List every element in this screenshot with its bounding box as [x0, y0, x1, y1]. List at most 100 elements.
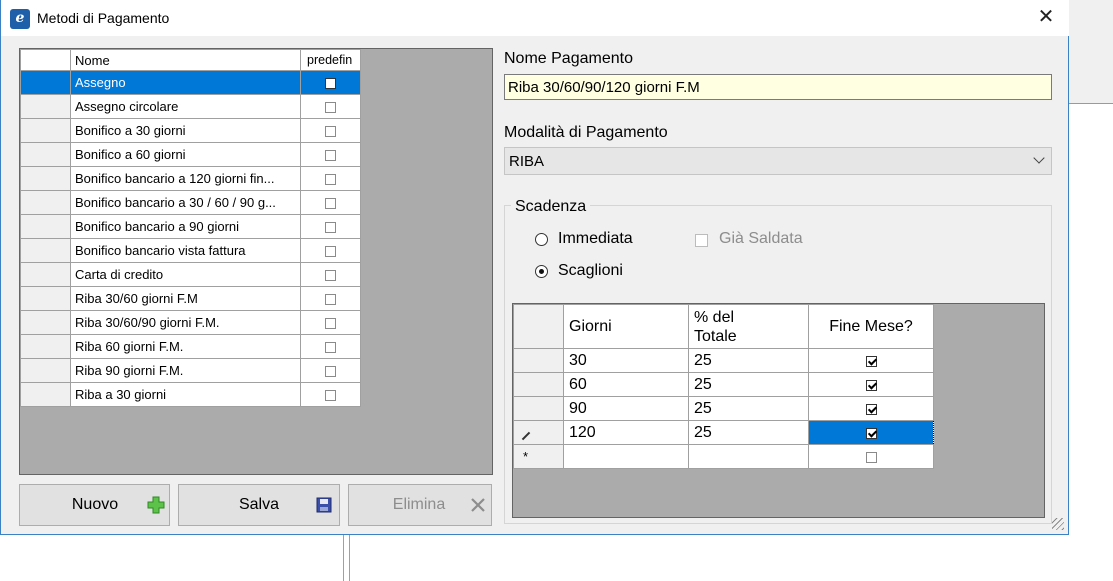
- table-row[interactable]: Bonifico bancario a 30 / 60 / 90 g...: [20, 190, 361, 215]
- row-selector[interactable]: *: [513, 444, 564, 469]
- default-checkbox-cell[interactable]: [300, 238, 361, 263]
- row-selector[interactable]: [20, 382, 71, 407]
- row-selector[interactable]: [513, 396, 564, 421]
- checkbox-icon[interactable]: [325, 366, 336, 378]
- payment-method-name[interactable]: Riba 60 giorni F.M.: [70, 334, 301, 359]
- row-selector[interactable]: [20, 286, 71, 311]
- checkbox-icon[interactable]: [325, 102, 336, 114]
- payment-method-name[interactable]: Bonifico bancario a 30 / 60 / 90 g...: [70, 190, 301, 215]
- default-checkbox-cell[interactable]: [300, 214, 361, 239]
- table-row[interactable]: Riba 30/60/90 giorni F.M.: [20, 310, 361, 335]
- payment-methods-grid[interactable]: Nome predefin Assegno Assegno circolare Bo…: [19, 48, 493, 475]
- checkbox-icon[interactable]: [865, 404, 877, 416]
- column-header-percent[interactable]: % del Totale: [688, 304, 809, 349]
- new-button[interactable]: Nuovo: [19, 484, 170, 526]
- table-row[interactable]: Bonifico bancario a 90 giorni: [20, 214, 361, 239]
- row-selector[interactable]: [20, 358, 71, 383]
- delete-button[interactable]: Elimina: [348, 484, 492, 526]
- checkbox-icon[interactable]: [325, 390, 336, 402]
- table-row[interactable]: 30 25: [513, 348, 934, 373]
- percent-cell[interactable]: 25: [688, 348, 809, 373]
- default-checkbox-cell[interactable]: [300, 286, 361, 311]
- days-cell[interactable]: 90: [563, 396, 689, 421]
- checkbox-icon[interactable]: [325, 270, 336, 282]
- checkbox-icon[interactable]: [865, 356, 877, 368]
- end-of-month-cell[interactable]: [808, 420, 934, 445]
- payment-method-name[interactable]: Riba a 30 giorni: [70, 382, 301, 407]
- close-button[interactable]: ✕: [1023, 0, 1069, 36]
- payment-method-name[interactable]: Riba 90 giorni F.M.: [70, 358, 301, 383]
- end-of-month-cell[interactable]: [808, 396, 934, 421]
- table-row[interactable]: Bonifico bancario a 120 giorni fin...: [20, 166, 361, 191]
- payment-method-name[interactable]: Carta di credito: [70, 262, 301, 287]
- payment-name-input[interactable]: Riba 30/60/90/120 giorni F.M: [504, 74, 1052, 100]
- days-cell[interactable]: 60: [563, 372, 689, 397]
- checkbox-icon[interactable]: [325, 222, 336, 234]
- row-selector[interactable]: [20, 334, 71, 359]
- default-checkbox-cell[interactable]: [300, 70, 361, 95]
- default-checkbox-cell[interactable]: [300, 166, 361, 191]
- column-header-predefinito[interactable]: predefin: [300, 49, 361, 71]
- percent-cell[interactable]: 25: [688, 420, 809, 445]
- checkbox-icon[interactable]: [325, 318, 336, 330]
- payment-method-name[interactable]: Assegno circolare: [70, 94, 301, 119]
- row-selector[interactable]: [20, 214, 71, 239]
- row-selector[interactable]: [20, 94, 71, 119]
- checkbox-icon[interactable]: [325, 246, 336, 258]
- already-paid-checkbox[interactable]: [695, 232, 708, 248]
- installments-label[interactable]: Scaglioni: [558, 262, 623, 280]
- default-checkbox-cell[interactable]: [300, 118, 361, 143]
- default-checkbox-cell[interactable]: [300, 94, 361, 119]
- end-of-month-cell[interactable]: [808, 348, 934, 373]
- checkbox-icon[interactable]: [325, 342, 336, 354]
- table-row[interactable]: 120 25: [513, 420, 934, 445]
- checkbox-icon[interactable]: [865, 452, 877, 464]
- row-selector[interactable]: [20, 310, 71, 335]
- checkbox-icon[interactable]: [865, 380, 877, 392]
- payment-method-name[interactable]: Riba 30/60 giorni F.M: [70, 286, 301, 311]
- checkbox-icon[interactable]: [865, 428, 877, 440]
- default-checkbox-cell[interactable]: [300, 142, 361, 167]
- table-row[interactable]: Bonifico a 30 giorni: [20, 118, 361, 143]
- checkbox-icon[interactable]: [325, 174, 336, 186]
- table-row[interactable]: Bonifico a 60 giorni: [20, 142, 361, 167]
- table-row[interactable]: Assegno circolare: [20, 94, 361, 119]
- checkbox-icon[interactable]: [325, 198, 336, 210]
- table-row[interactable]: Bonifico bancario vista fattura: [20, 238, 361, 263]
- days-cell[interactable]: 30: [563, 348, 689, 373]
- checkbox-icon[interactable]: [325, 126, 336, 138]
- default-checkbox-cell[interactable]: [300, 382, 361, 407]
- row-selector[interactable]: [513, 348, 564, 373]
- installments-grid[interactable]: Giorni % del Totale Fine Mese? 30 25 60 25 90…: [512, 303, 1045, 518]
- payment-method-name[interactable]: Bonifico bancario vista fattura: [70, 238, 301, 263]
- checkbox-icon[interactable]: [325, 294, 336, 306]
- column-header-giorni[interactable]: Giorni: [563, 304, 689, 349]
- payment-method-name[interactable]: Riba 30/60/90 giorni F.M.: [70, 310, 301, 335]
- table-row[interactable]: Carta di credito: [20, 262, 361, 287]
- table-row[interactable]: Assegno: [20, 70, 361, 95]
- row-selector[interactable]: [20, 238, 71, 263]
- percent-cell[interactable]: [688, 444, 809, 469]
- default-checkbox-cell[interactable]: [300, 262, 361, 287]
- payment-method-name[interactable]: Assegno: [70, 70, 301, 95]
- installments-radio[interactable]: [535, 265, 548, 278]
- days-cell[interactable]: [563, 444, 689, 469]
- payment-method-name[interactable]: Bonifico a 30 giorni: [70, 118, 301, 143]
- payment-method-name[interactable]: Bonifico bancario a 120 giorni fin...: [70, 166, 301, 191]
- new-row[interactable]: *: [513, 444, 934, 469]
- default-checkbox-cell[interactable]: [300, 334, 361, 359]
- row-selector[interactable]: [513, 372, 564, 397]
- row-selector[interactable]: [20, 142, 71, 167]
- immediate-label[interactable]: Immediata: [558, 230, 633, 248]
- resize-grip-icon[interactable]: [1052, 518, 1064, 530]
- checkbox-icon[interactable]: [325, 150, 336, 162]
- save-button[interactable]: Salva: [178, 484, 340, 526]
- row-selector[interactable]: [20, 262, 71, 287]
- column-header-nome[interactable]: Nome: [70, 49, 301, 71]
- payment-mode-select[interactable]: RIBA: [504, 147, 1052, 175]
- row-selector[interactable]: [513, 420, 564, 445]
- end-of-month-cell[interactable]: [808, 444, 934, 469]
- table-row[interactable]: Riba 90 giorni F.M.: [20, 358, 361, 383]
- default-checkbox-cell[interactable]: [300, 190, 361, 215]
- table-row[interactable]: 90 25: [513, 396, 934, 421]
